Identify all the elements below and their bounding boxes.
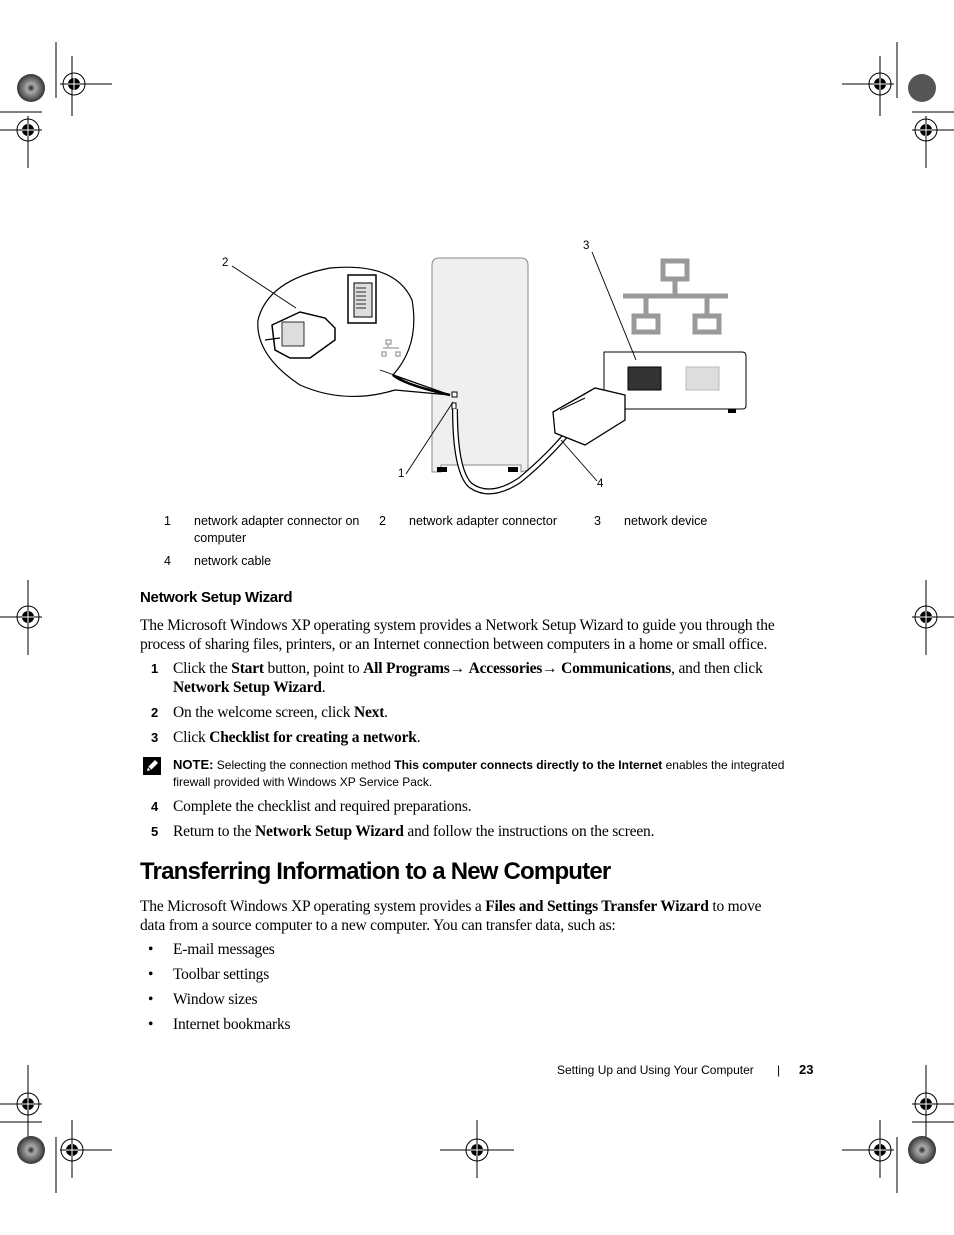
step-text: On the welcome screen, click Next. <box>173 704 388 721</box>
section-heading: Network Setup Wizard <box>140 589 293 606</box>
step-number: 2 <box>151 705 159 720</box>
step-text: Click the Start button, point to All Pro… <box>173 660 763 696</box>
intro-line: The Microsoft Windows XP operating syste… <box>140 617 775 634</box>
menu-path-start: Start <box>231 660 264 677</box>
legend-number: 3 <box>594 514 601 528</box>
bullet-list: • E-mail messages • Toolbar settings • Wind… <box>148 940 291 1040</box>
list-item: • E-mail messages <box>148 941 275 958</box>
legend-label: network cable <box>194 554 272 568</box>
legend-label: network device <box>624 514 708 528</box>
magnified-connector-detail <box>257 266 451 397</box>
step-number: 4 <box>151 799 159 814</box>
menu-path-communications: Communications <box>561 660 672 677</box>
step-text: Return to the Network Setup Wizard and f… <box>173 823 655 840</box>
menu-path-all-programs: All Programs <box>363 660 450 677</box>
legend-number: 1 <box>164 514 171 528</box>
footer-separator: | <box>777 1063 781 1077</box>
network-topology-icon <box>623 258 728 335</box>
list-item: • Toolbar settings <box>148 966 270 983</box>
menu-path-accessories: Accessories <box>468 660 543 677</box>
list-item: • Window sizes <box>148 991 258 1008</box>
computer-tower <box>431 257 529 473</box>
note-pencil-icon <box>143 757 161 775</box>
section-title: Transferring Information to a New Comput… <box>140 858 611 885</box>
legend-label-cont: computer <box>194 531 247 545</box>
callout-number: 1 <box>398 468 405 480</box>
registration-star-icon <box>908 1136 936 1164</box>
step-text: Complete the checklist and required prep… <box>173 798 472 815</box>
step-number: 1 <box>151 661 159 676</box>
note-label: NOTE: <box>173 757 214 772</box>
footer-chapter-title: Setting Up and Using Your Computer <box>557 1063 754 1077</box>
callout-number: 4 <box>597 478 604 490</box>
legend-label: network adapter connector on <box>194 514 360 528</box>
step-text: Click Checklist for creating a network. <box>173 729 421 746</box>
registration-star-icon <box>17 1136 45 1164</box>
note-text: NOTE: Selecting the connection method Th… <box>173 757 785 789</box>
legend-number: 4 <box>164 554 171 568</box>
intro-paragraph: The Microsoft Windows XP operating syste… <box>140 898 762 934</box>
network-device <box>603 258 747 413</box>
intro-paragraph: The Microsoft Windows XP operating syste… <box>140 616 775 654</box>
callout-number: 3 <box>583 240 590 252</box>
network-connection-figure <box>231 251 747 495</box>
page-number: 23 <box>799 1062 814 1077</box>
callout-number: 2 <box>222 257 229 269</box>
legend-label: network adapter connector <box>409 514 558 528</box>
list-item: • Internet bookmarks <box>148 1016 291 1033</box>
step-number: 5 <box>151 824 159 839</box>
intro-line: process of sharing files, printers, or a… <box>140 636 768 653</box>
step-number: 3 <box>151 730 159 745</box>
legend-number: 2 <box>379 514 386 528</box>
menu-path-network-setup-wizard: Network Setup Wizard <box>173 679 322 696</box>
